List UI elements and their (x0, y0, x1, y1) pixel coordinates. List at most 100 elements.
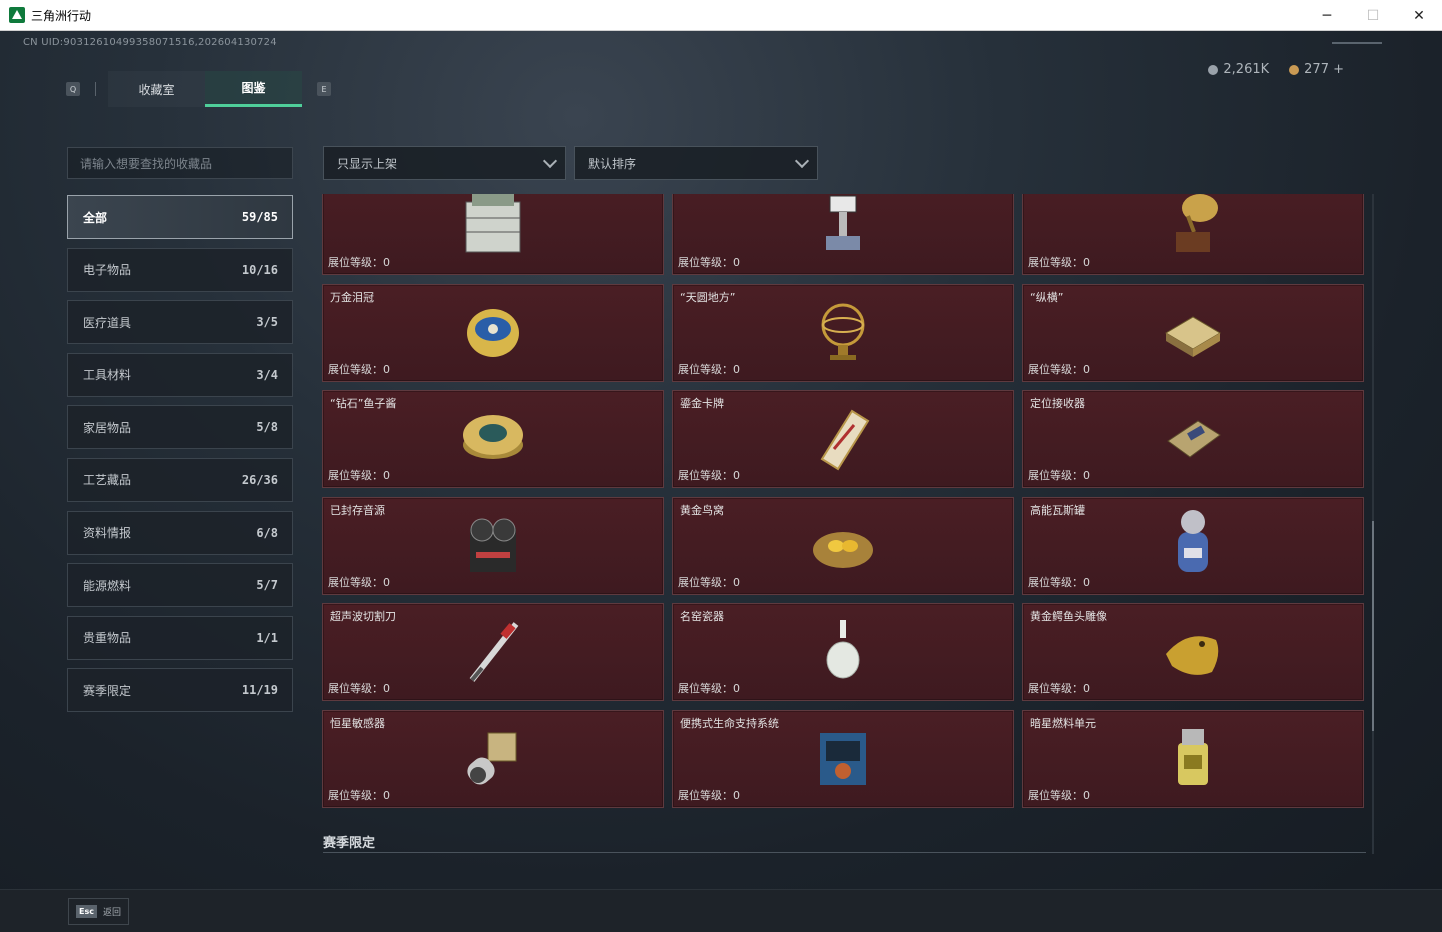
booth-level-label: 展位等级： (678, 469, 733, 483)
maximize-button[interactable]: ☐ (1350, 0, 1396, 31)
category-count: 10/16 (241, 262, 278, 277)
collection-card[interactable]: 鎏金卡牌展位等级：0 (672, 390, 1014, 489)
app-logo-icon (9, 7, 25, 23)
collection-card[interactable]: 展位等级：0 (322, 194, 664, 275)
sort-value: 默认排序 (588, 156, 637, 171)
collection-card[interactable]: 名窑瓷器 展位等级：0 (672, 603, 1014, 702)
booth-level-label: 展位等级： (1028, 575, 1083, 589)
booth-level-value: 0 (733, 788, 740, 802)
booth-level: 展位等级：0 (1028, 467, 1090, 483)
booth-level-label: 展位等级： (1028, 469, 1083, 483)
sort-dropdown[interactable]: 默认排序 (574, 146, 818, 180)
category-count: 26/36 (241, 472, 278, 487)
category-fuel[interactable]: 能源燃料 5/7 (67, 563, 293, 608)
booth-level-value: 0 (1083, 362, 1090, 376)
close-button[interactable]: ✕ (1396, 0, 1442, 31)
category-electronics[interactable]: 电子物品 10/16 (67, 247, 293, 292)
collection-card-name: 已封存音源 (330, 503, 385, 517)
scrollbar-thumb[interactable] (1372, 521, 1374, 731)
section-title-season: 赛季限定 (323, 836, 376, 851)
tab-codex[interactable]: 图鉴 (205, 71, 302, 107)
collection-grid-viewport: 展位等级：0 展位等级：0 展位等级：0 万金泪冠 展位等级：0 “天圆地方” 展位等级：0… (322, 194, 1366, 854)
booth-level: 展位等级：0 (328, 361, 390, 377)
category-all[interactable]: 全部 59/85 (67, 195, 293, 239)
collection-card-name: 高能瓦斯罐 (1030, 503, 1085, 517)
collection-card[interactable]: 展位等级：0 (672, 194, 1014, 275)
collection-card[interactable]: 便携式生命支持系统 展位等级：0 (672, 709, 1014, 808)
ultrasonic-knife-icon (458, 614, 528, 690)
booth-level: 展位等级：0 (678, 680, 740, 696)
category-season[interactable]: 赛季限定 11/19 (67, 668, 293, 713)
category-label: 家居物品 (83, 420, 132, 435)
booth-level: 展位等级：0 (678, 787, 740, 803)
booth-level-value: 0 (383, 575, 390, 589)
collection-card[interactable]: “天圆地方” 展位等级：0 (672, 283, 1014, 382)
booth-level-label: 展位等级： (1028, 256, 1083, 269)
category-count: 3/4 (256, 367, 278, 382)
gold-crocodile-icon (1158, 614, 1228, 690)
collection-card[interactable]: 超声波切割刀 展位等级：0 (322, 603, 664, 702)
collection-card[interactable]: 恒星敏感器展位等级：0 (322, 709, 664, 808)
collection-card[interactable]: 展位等级：0 (1022, 194, 1364, 275)
star-sensor-icon (458, 721, 528, 797)
booth-level-value: 0 (383, 469, 390, 483)
booth-level-value: 0 (383, 682, 390, 696)
booth-level-label: 展位等级： (678, 575, 733, 589)
category-intel[interactable]: 资料情报 6/8 (67, 510, 293, 555)
display-filter-dropdown[interactable]: 只显示上架 (323, 146, 566, 180)
fuel-cell-icon (1158, 721, 1228, 797)
currency-bar: 2,261K 277 + (1208, 62, 1344, 77)
category-household[interactable]: 家居物品 5/8 (67, 405, 293, 450)
category-label: 工艺藏品 (83, 473, 132, 488)
collection-card-name: 定位接收器 (1030, 397, 1085, 411)
booth-level-label: 展位等级： (328, 469, 383, 483)
collection-card[interactable]: 暗星燃料单元 展位等级：0 (1022, 709, 1364, 808)
tab-collection-room[interactable]: 收藏室 (108, 71, 205, 107)
collection-card[interactable]: 黄金鳄鱼头雕像 展位等级：0 (1022, 603, 1364, 702)
gold-coin-icon (1289, 64, 1300, 75)
collection-card[interactable]: 万金泪冠 展位等级：0 (322, 283, 664, 382)
booth-level: 展位等级：0 (328, 467, 390, 483)
silver-coin-icon (1208, 64, 1219, 75)
booth-level-value: 0 (1083, 469, 1090, 483)
currency-gold[interactable]: 277 + (1289, 62, 1344, 77)
category-label: 全部 (83, 210, 108, 225)
robot-arm-icon (808, 194, 878, 264)
currency-silver: 2,261K (1208, 62, 1269, 77)
collection-card[interactable]: “纵横” 展位等级：0 (1022, 283, 1364, 382)
back-button[interactable]: Esc 返回 (68, 898, 129, 925)
category-tools[interactable]: 工具材料 3/4 (67, 352, 293, 397)
chevron-down-icon (794, 153, 810, 168)
tab-left-key-hint[interactable]: Q (66, 82, 80, 96)
collection-card[interactable]: 高能瓦斯罐展位等级：0 (1022, 496, 1364, 595)
booth-level: 展位等级：0 (1028, 680, 1090, 696)
category-valuables[interactable]: 贵重物品 1/1 (67, 615, 293, 660)
minimize-button[interactable]: ─ (1304, 0, 1350, 31)
collection-card[interactable]: “钻石”鱼子酱 展位等级：0 (322, 390, 664, 489)
booth-level-value: 0 (1083, 256, 1090, 269)
search-input[interactable]: 请输入想要查找的收藏品 (67, 147, 293, 179)
category-medical[interactable]: 医疗道具 3/5 (67, 300, 293, 345)
window-titlebar: 三角洲行动 ─ ☐ ✕ (0, 0, 1442, 31)
tab-right-key-hint[interactable]: E (317, 82, 331, 96)
booth-level-label: 展位等级： (328, 788, 383, 802)
life-support-icon (808, 721, 878, 797)
booth-level-value: 0 (733, 469, 740, 483)
collection-card[interactable]: 黄金鸟窝 展位等级：0 (672, 496, 1014, 595)
booth-level-value: 0 (383, 788, 390, 802)
collection-card[interactable]: 定位接收器展位等级：0 (1022, 390, 1364, 489)
booth-level-label: 展位等级： (1028, 362, 1083, 376)
booth-level: 展位等级：0 (678, 467, 740, 483)
booth-level: 展位等级：0 (328, 254, 390, 270)
caviar-tin-icon (458, 401, 528, 477)
category-count: 5/8 (256, 420, 278, 435)
back-label: 返回 (102, 908, 121, 918)
collection-card[interactable]: 已封存音源展位等级：0 (322, 496, 664, 595)
category-label: 工具材料 (83, 368, 132, 383)
booth-level-label: 展位等级： (328, 575, 383, 589)
category-crafts[interactable]: 工艺藏品 26/36 (67, 457, 293, 502)
booth-level-value: 0 (1083, 575, 1090, 589)
window-controls: ─ ☐ ✕ (1304, 0, 1442, 31)
collection-card-name: 恒星敏感器 (330, 716, 385, 730)
collection-card-name: 鎏金卡牌 (680, 397, 724, 411)
